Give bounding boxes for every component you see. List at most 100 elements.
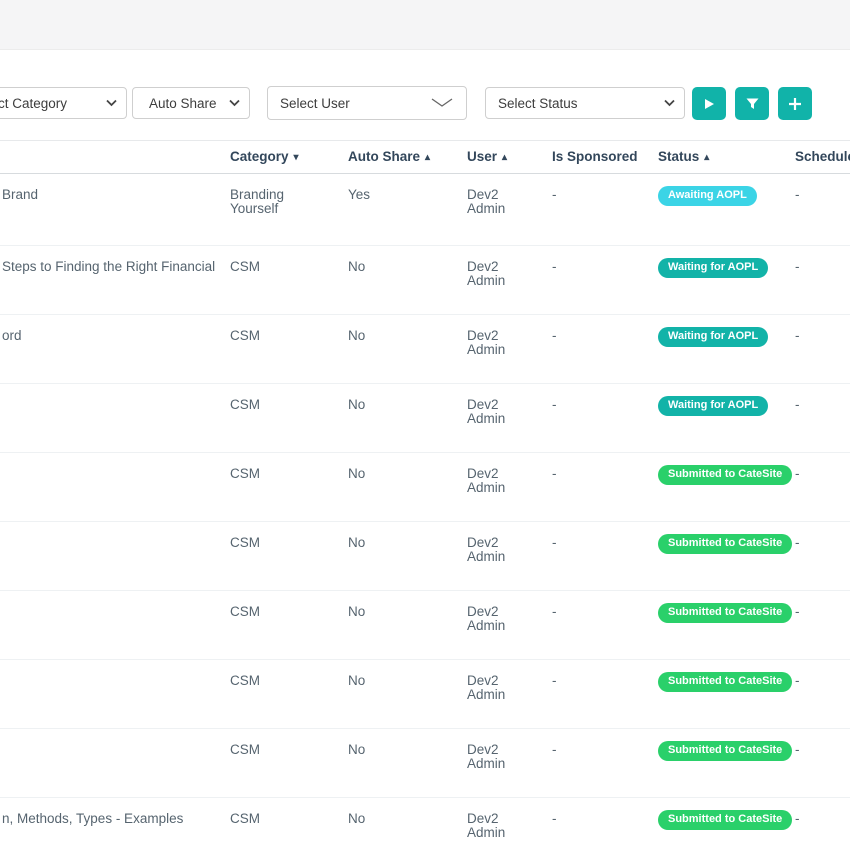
user-cell: Dev2 Admin [467, 812, 531, 840]
sort-caret-up-icon: ▴ [502, 152, 507, 163]
auto-share-cell: No [348, 812, 438, 826]
filter-bar: Select Category Auto Share Select User S… [0, 50, 850, 140]
status-select[interactable]: Select Status [485, 87, 685, 119]
run-search-button[interactable] [692, 87, 726, 120]
page: Select Category Auto Share Select User S… [0, 0, 850, 850]
category-cell: CSM [230, 812, 322, 826]
table-row[interactable]: ord CSM No Dev2 Admin - Waiting for AOPL… [0, 315, 850, 384]
chevron-down-icon [664, 100, 675, 107]
top-bar [0, 0, 850, 50]
category-select-value: Select Category [0, 96, 67, 111]
auto-share-select[interactable]: Auto Share [132, 87, 250, 119]
is-sponsored-cell: - [552, 743, 642, 757]
status-badge: Waiting for AOPL [658, 258, 768, 278]
table-header-row: Category▾ Auto Share▴ User▴ Is Sponsored… [0, 141, 850, 174]
auto-share-cell: No [348, 329, 438, 343]
is-sponsored-cell: - [552, 329, 642, 343]
table-row[interactable]: CSM No Dev2 Admin - Submitted to CateSit… [0, 522, 850, 591]
status-cell: Submitted to CateSite [658, 672, 793, 692]
schedule-cell: - [795, 260, 850, 274]
table-row[interactable]: Brand Branding Yourself Yes Dev2 Admin -… [0, 174, 850, 246]
schedule-cell: - [795, 605, 850, 619]
status-cell: Submitted to CateSite [658, 741, 793, 761]
auto-share-cell: No [348, 605, 438, 619]
header-auto-share[interactable]: Auto Share▴ [348, 149, 430, 164]
sort-caret-up-icon: ▴ [425, 152, 430, 163]
chevron-down-icon [431, 98, 453, 108]
header-user[interactable]: User▴ [467, 149, 507, 164]
user-cell: Dev2 Admin [467, 329, 531, 357]
header-status[interactable]: Status▴ [658, 149, 709, 164]
is-sponsored-cell: - [552, 398, 642, 412]
user-cell: Dev2 Admin [467, 536, 531, 564]
status-cell: Waiting for AOPL [658, 396, 793, 416]
user-cell: Dev2 Admin [467, 674, 531, 702]
schedule-cell: - [795, 812, 850, 826]
is-sponsored-cell: - [552, 260, 642, 274]
status-cell: Submitted to CateSite [658, 603, 793, 623]
auto-share-cell: Yes [348, 188, 438, 202]
status-cell: Submitted to CateSite [658, 465, 793, 485]
user-select[interactable]: Select User [267, 86, 467, 120]
category-cell: CSM [230, 467, 322, 481]
auto-share-cell: No [348, 398, 438, 412]
status-select-value: Select Status [498, 96, 578, 111]
schedule-cell: - [795, 398, 850, 412]
user-cell: Dev2 Admin [467, 398, 531, 426]
status-cell: Awaiting AOPL [658, 186, 793, 206]
status-badge: Awaiting AOPL [658, 186, 757, 206]
status-badge: Submitted to CateSite [658, 810, 792, 830]
table-row[interactable]: CSM No Dev2 Admin - Submitted to CateSit… [0, 729, 850, 798]
is-sponsored-cell: - [552, 467, 642, 481]
status-badge: Waiting for AOPL [658, 396, 768, 416]
category-cell: CSM [230, 605, 322, 619]
table-row[interactable]: CSM No Dev2 Admin - Submitted to CateSit… [0, 453, 850, 522]
funnel-icon [746, 98, 759, 110]
category-cell: CSM [230, 674, 322, 688]
status-badge: Submitted to CateSite [658, 465, 792, 485]
article-title: Brand [2, 188, 220, 202]
user-cell: Dev2 Admin [467, 260, 531, 288]
table-row[interactable]: n, Methods, Types - Examples CSM No Dev2… [0, 798, 850, 850]
table-row[interactable]: CSM No Dev2 Admin - Waiting for AOPL - [0, 384, 850, 453]
status-badge: Waiting for AOPL [658, 327, 768, 347]
status-cell: Waiting for AOPL [658, 258, 793, 278]
schedule-cell: - [795, 536, 850, 550]
is-sponsored-cell: - [552, 674, 642, 688]
table-row[interactable]: CSM No Dev2 Admin - Submitted to CateSit… [0, 591, 850, 660]
schedule-cell: - [795, 467, 850, 481]
user-cell: Dev2 Admin [467, 743, 531, 771]
status-badge: Submitted to CateSite [658, 672, 792, 692]
category-select[interactable]: Select Category [0, 87, 127, 119]
articles-table: Category▾ Auto Share▴ User▴ Is Sponsored… [0, 140, 850, 850]
filter-button[interactable] [735, 87, 769, 120]
auto-share-cell: No [348, 467, 438, 481]
category-cell: CSM [230, 743, 322, 757]
status-cell: Submitted to CateSite [658, 534, 793, 554]
header-category[interactable]: Category▾ [230, 149, 322, 164]
category-cell: CSM [230, 398, 322, 412]
user-cell: Dev2 Admin [467, 467, 531, 495]
table-row[interactable]: CSM No Dev2 Admin - Submitted to CateSit… [0, 660, 850, 729]
is-sponsored-cell: - [552, 812, 642, 826]
sort-caret-up-icon: ▴ [704, 152, 709, 163]
auto-share-cell: No [348, 674, 438, 688]
table-row[interactable]: Steps to Finding the Right Financial CSM… [0, 246, 850, 315]
article-title: Steps to Finding the Right Financial [2, 260, 220, 274]
play-icon [703, 98, 715, 110]
add-button[interactable] [778, 87, 812, 120]
user-cell: Dev2 Admin [467, 605, 531, 633]
chevron-down-icon [229, 100, 240, 107]
schedule-cell: - [795, 329, 850, 343]
status-badge: Submitted to CateSite [658, 603, 792, 623]
user-cell: Dev2 Admin [467, 188, 531, 216]
status-badge: Submitted to CateSite [658, 741, 792, 761]
status-cell: Waiting for AOPL [658, 327, 793, 347]
category-cell: CSM [230, 329, 322, 343]
sort-caret-down-icon: ▾ [294, 152, 299, 163]
schedule-cell: - [795, 674, 850, 688]
chevron-down-icon [106, 100, 117, 107]
auto-share-cell: No [348, 260, 438, 274]
schedule-cell: - [795, 743, 850, 757]
article-title: n, Methods, Types - Examples [2, 812, 220, 826]
